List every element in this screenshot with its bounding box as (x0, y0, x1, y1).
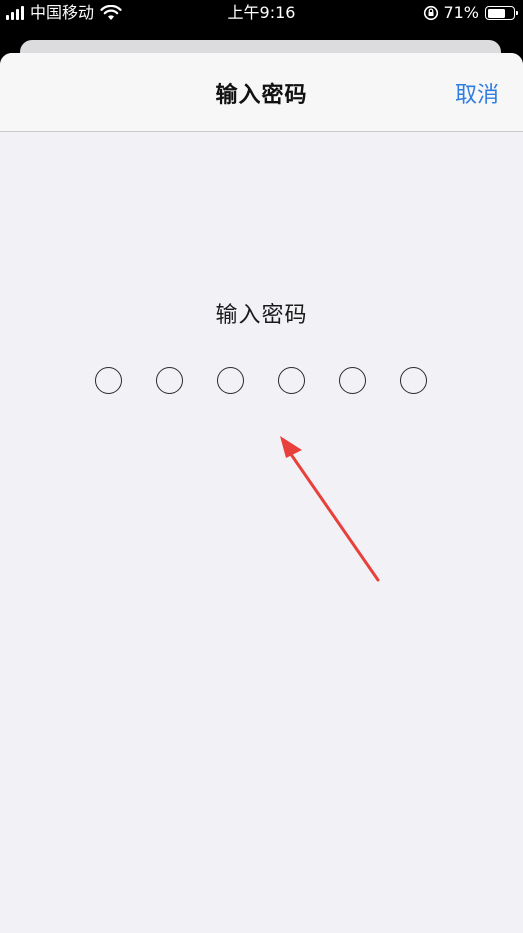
page-title: 输入密码 (215, 83, 308, 108)
red-arrow-icon (280, 436, 380, 582)
battery-icon (485, 6, 518, 20)
rotation-lock-icon (424, 5, 439, 21)
passcode-dot (217, 367, 244, 394)
cancel-button[interactable]: 取消 (455, 77, 499, 109)
battery-percent: 71% (443, 3, 479, 22)
status-right: 71% (423, 0, 518, 26)
navigation-bar: 输入密码 取消 (0, 53, 523, 132)
passcode-sheet: 输入密码 取消 输入密码 (0, 53, 523, 933)
passcode-dot (400, 367, 427, 394)
passcode-dot (156, 367, 183, 394)
battery-fill (487, 8, 505, 18)
passcode-dot (95, 367, 122, 394)
passcode-dot (278, 367, 305, 394)
passcode-dots[interactable] (95, 367, 427, 395)
passcode-prompt: 输入密码 (215, 303, 308, 328)
status-bar: 中国移动 上午9:16 71% (0, 0, 523, 26)
passcode-dot (339, 367, 366, 394)
